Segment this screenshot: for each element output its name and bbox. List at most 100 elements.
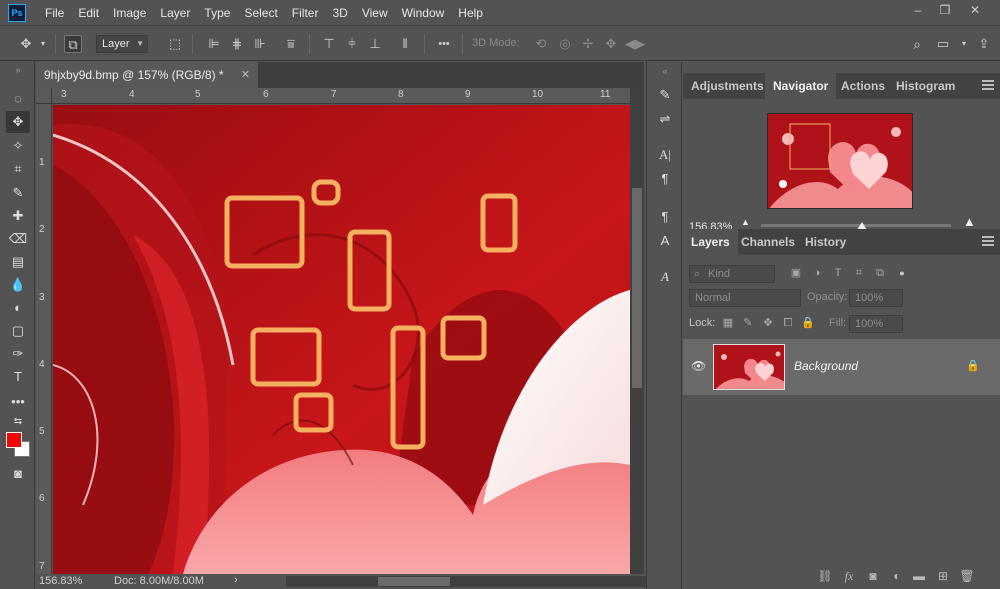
healing-tool-icon[interactable]: ✚ [6,205,30,227]
tab-histogram[interactable]: Histogram [888,73,963,99]
auto-select-dropdown[interactable]: Layer ▼ [96,35,148,53]
lock-pixels-icon[interactable]: ✎ [741,315,755,331]
auto-select-icon[interactable]: ⧉ [64,35,82,53]
default-colors-icon[interactable]: ⇆ [6,411,30,433]
close-icon[interactable]: ✕ [241,62,250,88]
visibility-eye-icon[interactable]: 👁 [691,359,706,373]
tab-channels[interactable]: Channels [733,229,803,255]
navigator-zoom-slider[interactable] [761,222,951,230]
document-tab[interactable]: 9hjxby9d.bmp @ 157% (RGB/8) * ✕ [36,62,258,88]
pixel-filter-icon[interactable]: ▣ [789,265,803,281]
blend-mode-dropdown[interactable]: Normal [689,289,801,307]
shape-filter-icon[interactable]: ⌗ [852,265,866,281]
menu-filter[interactable]: Filter [285,6,326,20]
tab-actions[interactable]: Actions [833,73,893,99]
filter-kind-dropdown[interactable]: ⌕ Kind [689,265,775,283]
glyphs-icon[interactable]: A [656,268,674,286]
paragraph-icon[interactable]: ¶ [656,170,674,188]
expand-panels-icon[interactable]: « [656,62,674,80]
filter-toggle-icon[interactable]: ● [895,265,909,281]
align-right-icon[interactable]: ⊪ [251,35,269,53]
zoom-in-icon[interactable]: ▲ [963,214,976,229]
layer-row-background[interactable]: 👁 Background 🔒 [683,339,1000,395]
more-tools-icon[interactable]: ••• [6,391,30,413]
eraser-tool-icon[interactable]: ⌫ [6,228,30,250]
menu-edit[interactable]: Edit [71,6,106,20]
new-layer-icon[interactable]: ⊞ [935,569,951,583]
distribute-vertical-icon[interactable]: ‖ [396,35,414,53]
type-filter-icon[interactable]: T [831,265,845,281]
brush-tool-icon[interactable]: ✎ [6,182,30,204]
move-tool-icon[interactable]: ✥ [17,35,35,53]
brush-settings-icon[interactable]: ✎ [656,86,674,104]
align-bottom-icon[interactable]: ⊥ [366,35,384,53]
shape-tool-icon[interactable]: ▢ [6,320,30,342]
menu-3d[interactable]: 3D [325,6,354,20]
foreground-color-swatch[interactable] [6,432,22,448]
layer-name[interactable]: Background [794,359,858,373]
vertical-scroll-thumb[interactable] [632,188,642,388]
align-left-icon[interactable]: ⊫ [205,35,223,53]
adjustment-layer-icon[interactable]: ◐ [889,569,905,583]
layer-style-icon[interactable]: fx [841,569,857,584]
zoom-level[interactable]: 156.83% [39,575,82,587]
quick-mask-icon[interactable]: ◙ [6,463,30,485]
tab-adjustments[interactable]: Adjustments [683,73,772,99]
restore-button[interactable]: ❐ [935,3,955,17]
collapse-toolbar-icon[interactable]: » [6,59,30,81]
gradient-tool-icon[interactable]: ▤ [6,251,30,273]
menu-select[interactable]: Select [237,6,284,20]
menu-file[interactable]: File [38,6,71,20]
ruler-origin[interactable] [36,88,52,104]
menu-layer[interactable]: Layer [153,6,197,20]
align-middle-icon[interactable]: ⫩ [343,35,361,53]
trash-icon[interactable]: 🗑 [959,569,975,583]
link-layers-icon[interactable]: ⛓ [817,569,833,583]
horizontal-scrollbar[interactable] [286,576,666,587]
menu-window[interactable]: Window [395,6,452,20]
workspace-icon[interactable]: ▭ [934,35,952,53]
menu-view[interactable]: View [355,6,395,20]
status-menu-icon[interactable]: › [234,574,238,586]
blur-tool-icon[interactable]: 💧 [6,274,30,296]
align-top-icon[interactable]: ⊤ [320,35,338,53]
add-mask-icon[interactable]: ◙ [865,569,881,583]
magic-wand-tool-icon[interactable]: ✧ [6,135,30,157]
new-group-icon[interactable]: ▬ [911,569,927,583]
vertical-scrollbar[interactable] [630,88,644,574]
chevron-down-icon[interactable]: ▾ [955,35,973,53]
move-tool-icon[interactable]: ✥ [6,111,30,133]
search-icon[interactable]: ⌕ [908,35,926,53]
marquee-tool-icon[interactable]: ◌ [6,88,30,110]
close-window-button[interactable]: ✕ [965,3,985,17]
smart-object-filter-icon[interactable]: ⧉ [873,265,887,281]
lock-artboard-icon[interactable]: ⧠ [781,315,795,331]
panel-menu-icon[interactable] [982,236,994,246]
paragraph-styles-icon[interactable]: ¶ [656,208,674,226]
document-canvas[interactable] [53,105,630,574]
align-center-icon[interactable]: ⋕ [228,35,246,53]
lock-all-icon[interactable]: 🔒 [801,315,815,331]
panel-menu-icon[interactable] [982,80,994,90]
minimize-button[interactable]: – [908,3,928,17]
character-styles-icon[interactable]: A [656,232,674,250]
crop-tool-icon[interactable]: ⌗ [6,158,30,180]
lock-position-icon[interactable]: ✥ [761,315,775,331]
horizontal-ruler[interactable]: 3 4 5 6 7 8 9 10 11 [52,88,630,104]
tab-layers[interactable]: Layers [683,229,738,255]
adjust-sliders-icon[interactable]: ⇌ [656,110,674,128]
eyedropper-tool-icon[interactable]: ✑ [6,343,30,365]
opacity-field[interactable]: 100% [849,289,903,307]
menu-image[interactable]: Image [106,6,153,20]
tab-history[interactable]: History [797,229,854,255]
vertical-ruler[interactable]: 1 2 3 4 5 6 7 [36,104,52,574]
menu-type[interactable]: Type [197,6,237,20]
fill-field[interactable]: 100% [849,315,903,333]
character-icon[interactable]: A| [656,146,674,164]
lock-transparency-icon[interactable]: ▦ [721,315,735,331]
distribute-horizontal-icon[interactable]: ⩸ [282,35,300,53]
tool-preset-caret-icon[interactable]: ▾ [34,35,52,53]
transform-controls-icon[interactable]: ⬚ [166,35,184,53]
type-tool-icon[interactable]: T [6,366,30,388]
navigator-preview[interactable] [767,113,913,209]
